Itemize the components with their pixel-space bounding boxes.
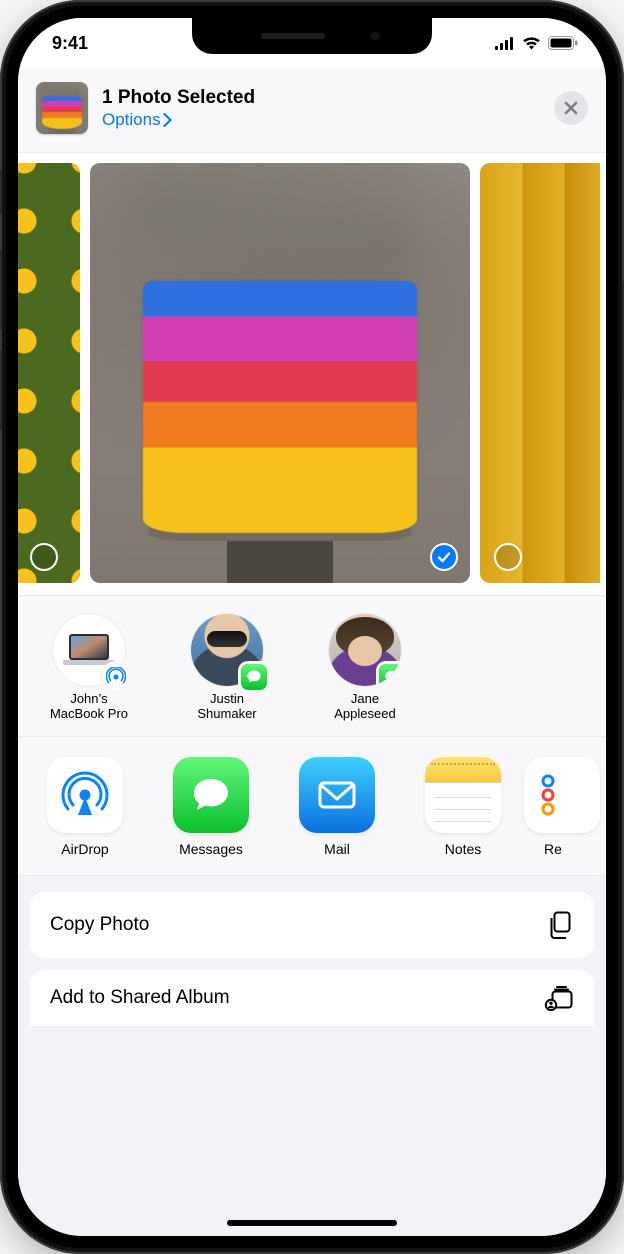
- chevron-right-icon: [163, 113, 172, 127]
- contact-name-line1: John’s: [70, 692, 107, 707]
- messages-icon: [173, 757, 249, 833]
- options-label: Options: [102, 110, 161, 130]
- options-button[interactable]: Options: [102, 110, 255, 130]
- photo-strip[interactable]: [18, 153, 606, 595]
- side-button: [0, 170, 2, 214]
- check-icon: [436, 549, 452, 565]
- close-button[interactable]: [554, 91, 588, 125]
- share-app[interactable]: Notes: [416, 757, 510, 857]
- reminders-icon: [524, 757, 600, 833]
- share-app[interactable]: AirDrop: [38, 757, 132, 857]
- share-apps-row[interactable]: AirDrop Messages Mail: [18, 737, 606, 876]
- device-frame: 9:41: [0, 0, 624, 1254]
- speaker: [261, 33, 325, 39]
- avatar: [329, 614, 401, 686]
- action-add-to-shared-album[interactable]: Add to Shared Album: [30, 970, 594, 1026]
- selection-thumbnail: [36, 82, 88, 134]
- home-indicator[interactable]: [227, 1220, 397, 1226]
- share-contact[interactable]: Jane Appleseed: [300, 614, 430, 722]
- status-icons: [495, 36, 578, 50]
- notch: [192, 18, 432, 54]
- action-list: Copy Photo Add to Shared Album: [18, 876, 606, 1236]
- share-app[interactable]: Re: [542, 757, 582, 857]
- volume-down-button: [0, 350, 2, 430]
- contact-name-line1: Justin: [210, 692, 244, 707]
- selection-circle[interactable]: [30, 543, 58, 571]
- share-contact[interactable]: Justin Shumaker: [162, 614, 292, 722]
- mail-icon: [299, 757, 375, 833]
- notes-icon: [425, 757, 501, 833]
- app-label: AirDrop: [61, 841, 108, 857]
- contact-name-line2: MacBook Pro: [50, 707, 128, 722]
- share-app[interactable]: Messages: [164, 757, 258, 857]
- header-text: 1 Photo Selected Options: [102, 87, 255, 130]
- action-copy-photo[interactable]: Copy Photo: [30, 892, 594, 958]
- cellular-icon: [495, 37, 515, 50]
- photo-item[interactable]: [480, 163, 600, 583]
- action-label: Add to Shared Album: [50, 987, 230, 1009]
- battery-icon: [548, 36, 578, 50]
- photo-item[interactable]: [18, 163, 80, 583]
- airdrop-icon: [47, 757, 123, 833]
- share-contact[interactable]: John’s MacBook Pro: [24, 614, 154, 722]
- avatar: [53, 614, 125, 686]
- messages-badge-icon: [379, 664, 401, 686]
- copy-icon: [546, 910, 574, 940]
- contact-name-line2: Shumaker: [197, 707, 256, 722]
- app-label: Messages: [179, 841, 243, 857]
- selection-check[interactable]: [430, 543, 458, 571]
- action-label: Copy Photo: [50, 914, 149, 936]
- selection-title: 1 Photo Selected: [102, 87, 255, 109]
- contact-name-line1: Jane: [351, 692, 379, 707]
- share-contacts-row[interactable]: John’s MacBook Pro Justin Shumaker: [18, 595, 606, 737]
- contact-name-line2: Appleseed: [334, 707, 395, 722]
- screen: 9:41: [18, 18, 606, 1236]
- avatar: [191, 614, 263, 686]
- close-icon: [564, 101, 578, 115]
- wifi-icon: [522, 36, 541, 50]
- share-sheet-header: 1 Photo Selected Options: [18, 68, 606, 153]
- shared-album-icon: [544, 985, 574, 1011]
- share-app[interactable]: Mail: [290, 757, 384, 857]
- app-label: Mail: [324, 841, 350, 857]
- status-time: 9:41: [52, 33, 88, 54]
- messages-badge-icon: [241, 664, 267, 690]
- photo-item[interactable]: [90, 163, 470, 583]
- selection-circle[interactable]: [494, 543, 522, 571]
- macbook-icon: [61, 630, 117, 670]
- app-label: Notes: [445, 841, 482, 857]
- app-label: Re: [544, 841, 562, 857]
- volume-up-button: [0, 250, 2, 330]
- front-camera: [369, 30, 381, 42]
- airdrop-badge-icon: [103, 664, 129, 690]
